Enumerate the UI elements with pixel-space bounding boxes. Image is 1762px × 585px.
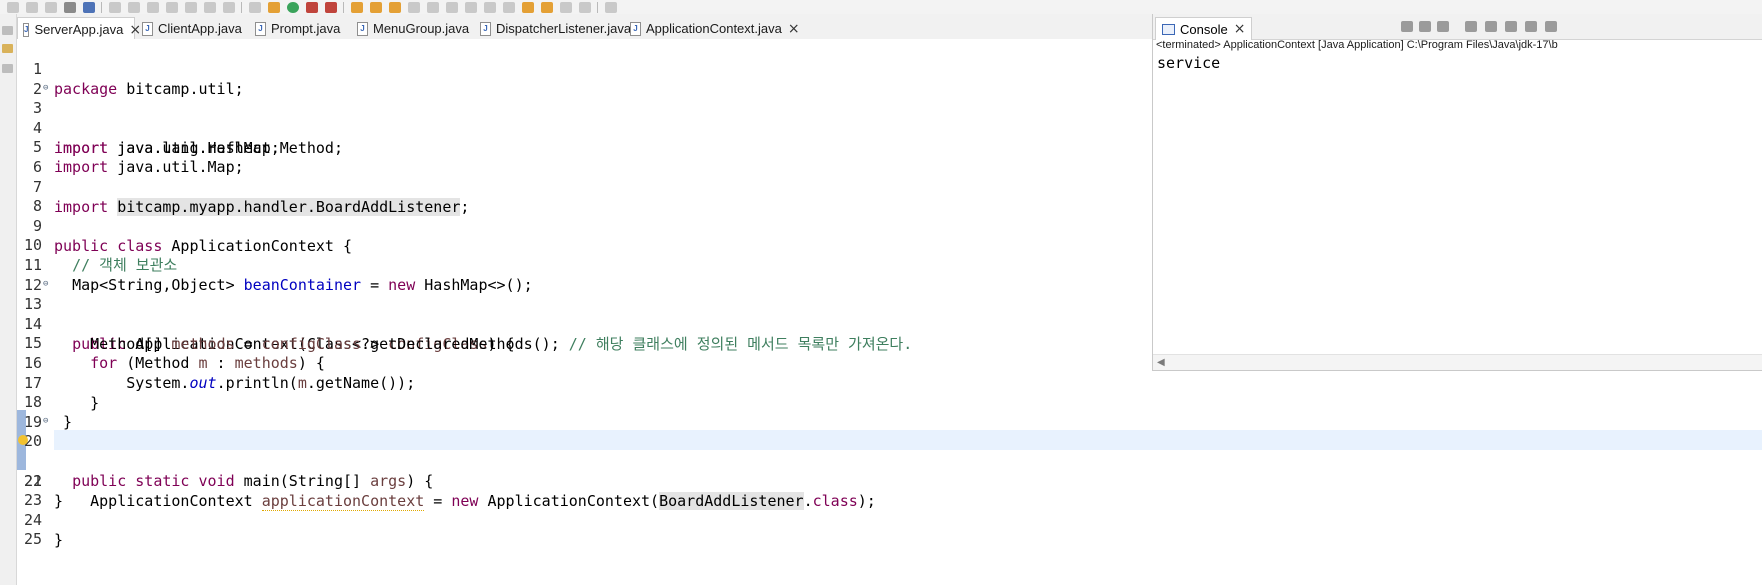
code-line: 19 [17,392,1762,431]
whitespace-icon[interactable] [465,1,477,13]
code-line: 22 } [17,451,1762,510]
terminate-icon[interactable] [1401,21,1413,32]
drop-frame-icon[interactable] [223,1,235,13]
tab-prompt[interactable]: J Prompt.java [250,18,340,39]
debug-view-icon[interactable] [83,1,95,13]
scroll-left-icon[interactable]: ◀ [1157,357,1165,368]
toolbar-separator [101,1,102,13]
code-line: 20 ⊖ public static void main(String[] ar… [17,411,1762,490]
fold-collapse-icon[interactable]: ⊖ [43,411,48,431]
skip-breakpoints-icon[interactable] [249,1,261,13]
resume-icon[interactable] [109,1,121,13]
perspective-icon[interactable] [605,1,617,13]
warning-icon[interactable] [18,435,28,445]
tab-menugroup[interactable]: J MenuGroup.java [352,18,469,39]
occurrences-icon[interactable] [427,1,439,13]
coverage-icon[interactable] [306,1,318,13]
clear-console-icon[interactable] [1465,21,1477,32]
terminate-icon[interactable] [147,1,159,13]
console-header: Console × [1153,14,1762,40]
history-forward-icon[interactable] [579,1,591,13]
previous-annotation-icon[interactable] [503,1,515,13]
suspend-icon[interactable] [128,1,140,13]
java-file-icon: J [630,21,641,36]
tab-clientapp[interactable]: J ClientApp.java [137,18,242,39]
tab-label: ApplicationContext.java [646,21,782,36]
tab-label: DispatcherListener.java [496,21,632,36]
toolbar-separator [241,1,242,13]
step-into-icon[interactable] [166,1,178,13]
block-selection-icon[interactable] [446,1,458,13]
code-text: } [54,530,64,549]
back-icon[interactable] [522,1,534,13]
console-status: <terminated> ApplicationContext [Java Ap… [1156,39,1558,51]
code-line: 24 } [17,490,1762,549]
code-line: 21 ApplicationContext applicationContext… [17,431,1762,511]
step-return-icon[interactable] [204,1,216,13]
annotation-icon[interactable] [408,1,420,13]
code-line: 18 } [17,372,1762,431]
new-file-icon[interactable] [7,1,19,13]
outline-icon[interactable] [2,64,13,73]
tab-serverapp[interactable]: J ServerApp.java × [17,17,141,41]
open-type-icon[interactable] [351,1,363,13]
next-annotation-icon[interactable] [484,1,496,13]
code-line: 25 [17,509,1762,548]
run-icon[interactable] [287,1,299,13]
java-file-icon: J [23,22,30,37]
console-icon [1162,23,1175,35]
tab-applicationcontext[interactable]: J ApplicationContext.java × [625,18,800,39]
java-file-icon: J [142,21,153,36]
restore-icon[interactable] [2,26,13,35]
pin-console-icon[interactable] [1545,21,1557,32]
left-trim-stack [0,14,17,585]
toolbar-separator [597,1,598,13]
java-file-icon: J [255,21,266,36]
scroll-lock-icon[interactable] [1485,21,1497,32]
console-tab-label: Console [1180,21,1228,37]
tab-label: ClientApp.java [158,21,242,36]
console-output[interactable]: service [1157,54,1220,72]
java-file-icon: J [480,21,491,36]
line-number: 25 [23,530,42,549]
save-icon[interactable] [26,1,38,13]
step-over-icon[interactable] [185,1,197,13]
tab-label: Prompt.java [271,21,341,36]
search-icon[interactable] [389,1,401,13]
console-view: Console × <terminated> ApplicationContex… [1152,14,1762,371]
package-explorer-icon[interactable] [2,44,13,53]
tab-label: ServerApp.java [34,22,124,37]
history-back-icon[interactable] [560,1,572,13]
tab-dispatcherlistener[interactable]: J DispatcherListener.java [475,18,631,39]
remove-all-launches-icon[interactable] [1437,21,1449,32]
close-icon[interactable]: × [788,21,800,37]
debug-launch-icon[interactable] [268,1,280,13]
show-console-icon[interactable] [1525,21,1537,32]
save-all-icon[interactable] [45,1,57,13]
print-icon[interactable] [64,1,76,13]
fold-collapse-icon[interactable]: ⊖ [43,274,48,294]
fold-collapse-icon[interactable]: ⊖ [43,78,48,98]
close-icon[interactable]: × [1234,21,1246,37]
java-file-icon: J [357,21,368,36]
tab-label: MenuGroup.java [373,21,470,36]
horizontal-scrollbar[interactable]: ◀ [1153,354,1762,370]
remove-launch-icon[interactable] [1419,21,1431,32]
toolbar-separator [343,1,344,13]
external-tools-icon[interactable] [325,1,337,13]
tab-console[interactable]: Console × [1155,17,1253,40]
main-toolbar [0,0,1762,14]
open-task-icon[interactable] [370,1,382,13]
editor-tab-bar: J ServerApp.java × J ClientApp.java J Pr… [17,14,1300,41]
code-line: 23 [17,470,1762,509]
forward-icon[interactable] [541,1,553,13]
word-wrap-icon[interactable] [1505,21,1517,32]
